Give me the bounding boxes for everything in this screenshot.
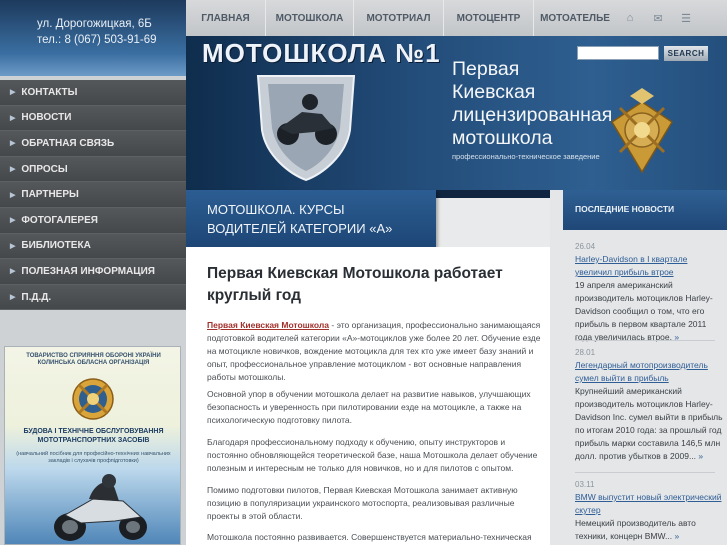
school-name-link[interactable]: Первая Киевская Мотошкола — [207, 320, 329, 330]
arrow-right-icon: ▶ — [10, 166, 16, 174]
news-title-link[interactable]: Легендарный мотопроизводитель сумел выйт… — [575, 359, 725, 385]
news-date: 26.04 — [575, 242, 596, 251]
address-phone: тел.: 8 (067) 503-91-69 — [37, 34, 157, 46]
arrow-right-icon: ▶ — [10, 268, 16, 276]
motorcycle-photo-icon — [54, 474, 147, 541]
sidebar-item-partners[interactable]: ▶ ПАРТНЕРЫ — [0, 182, 186, 208]
book-title: БУДОВА І ТЕХНІЧНЕ ОБСЛУГОВУВАННЯ МОТОТРА… — [23, 428, 164, 444]
header-title-line: Первая — [452, 58, 520, 80]
header-title-line: лицензированная — [452, 104, 613, 126]
sidebar-item-label: ФОТОГАЛЕРЕЯ — [21, 214, 98, 226]
news-title-link[interactable]: Harley-Davidson в I квартале увеличил пр… — [575, 253, 725, 279]
sidebar-menu: ▶ КОНТАКТЫ ▶ НОВОСТИ ▶ ОБРАТНАЯ СВЯЗЬ ▶ ОПРО… — [0, 80, 186, 311]
sidebar-item-traffic-rules[interactable]: ▶ П.Д.Д. — [0, 284, 186, 311]
arrow-right-icon: ▶ — [10, 294, 16, 302]
paragraph-text: Мотошкола постоянно развивается. Соверше… — [207, 532, 532, 542]
left-column: ул. Дорогожицкая, 6Б тел.: 8 (067) 503-9… — [0, 0, 186, 545]
news-divider — [575, 340, 715, 341]
sidebar-item-label: КОНТАКТЫ — [21, 86, 78, 98]
dosaaf-emblem-icon — [610, 88, 674, 174]
logo-text[interactable]: МОТОШКОЛА №1 — [202, 38, 441, 69]
sidebar-item-gallery[interactable]: ▶ ФОТОГАЛЕРЕЯ — [0, 207, 186, 234]
news-heading: ПОСЛЕДНИЕ НОВОСТИ — [563, 190, 727, 230]
arrow-right-icon: ▶ — [10, 217, 16, 225]
sidebar-item-polls[interactable]: ▶ ОПРОСЫ — [0, 156, 186, 183]
news-item: 03.11 BMW выпустит новый электрический с… — [575, 478, 725, 543]
address-block: ул. Дорогожицкая, 6Б тел.: 8 (067) 503-9… — [0, 0, 186, 76]
paragraph-intro: Первая Киевская Мотошкола - это организа… — [207, 319, 541, 384]
sitemap-icon[interactable]: ☰ — [672, 0, 700, 36]
nav-motoatelier[interactable]: МОТОАТЕЛЬЕ — [534, 0, 616, 36]
section-banner: МОТОШКОЛА. КУРСЫ ВОДИТЕЛЕЙ КАТЕГОРИИ «А» — [186, 190, 436, 247]
paragraph-text: Основной упор в обучении мотошкола делае… — [207, 389, 531, 425]
arrow-right-icon: ▶ — [10, 89, 16, 97]
sidebar-item-useful-info[interactable]: ▶ ПОЛЕЗНАЯ ИНФОРМАЦИЯ — [0, 259, 186, 285]
nav-motocenter[interactable]: МОТОЦЕНТР — [444, 0, 534, 36]
paragraph-text: Благодаря профессиональному подходу к об… — [207, 437, 538, 473]
news-text: Крупнейший американский производитель мо… — [575, 386, 723, 461]
news-divider — [575, 472, 715, 473]
news-date: 03.11 — [575, 480, 595, 489]
book-cover-banner[interactable]: ТОВАРИСТВО СПРИЯННЯ ОБОРОНІ УКРАЇНИ КОЛИ… — [4, 346, 181, 545]
sidebar-item-label: НОВОСТИ — [21, 112, 72, 124]
sidebar-item-label: ПАРТНЕРЫ — [21, 189, 79, 201]
arrow-right-icon: ▶ — [10, 191, 16, 199]
sidebar-item-feedback[interactable]: ▶ ОБРАТНАЯ СВЯЗЬ — [0, 131, 186, 157]
news-text: 19 апреля американский производитель мот… — [575, 280, 713, 342]
sidebar-item-label: БИБЛИОТЕКА — [21, 240, 91, 252]
top-navigation: ГЛАВНАЯ МОТОШКОЛА МОТОТРИАЛ МОТОЦЕНТР МО… — [186, 0, 727, 36]
banner-line: ВОДИТЕЛЕЙ КАТЕГОРИИ «А» — [207, 221, 393, 236]
header-subtitle: профессионально-техническое заведение — [452, 152, 600, 161]
paragraph-text: Помимо подготовки пилотов, Первая Киевск… — [207, 485, 518, 521]
banner-line: МОТОШКОЛА. КУРСЫ — [207, 202, 345, 217]
address-street: ул. Дорогожицкая, 6Б — [37, 18, 152, 30]
news-heading-text: ПОСЛЕДНИЕ НОВОСТИ — [575, 204, 675, 214]
read-more-link[interactable]: » — [698, 451, 703, 461]
arrow-right-icon: ▶ — [10, 242, 16, 250]
sidebar-item-library[interactable]: ▶ БИБЛИОТЕКА — [0, 233, 186, 260]
search-button[interactable]: SEARCH — [664, 46, 708, 61]
news-title-link[interactable]: BMW выпустит новый электрический скутер — [575, 491, 725, 517]
book-subtitle: (навчальний посібник для професійно-техн… — [16, 451, 171, 464]
emblem-icon — [72, 378, 114, 420]
book-org: ТОВАРИСТВО СПРИЯННЯ ОБОРОНІ УКРАЇНИ КОЛИ… — [26, 353, 161, 366]
shield-logo-icon — [256, 75, 356, 182]
news-item: 26.04 Harley-Davidson в I квартале увели… — [575, 240, 725, 344]
sidebar-item-label: ПОЛЕЗНАЯ ИНФОРМАЦИЯ — [21, 265, 155, 277]
sidebar-item-label: П.Д.Д. — [21, 291, 52, 303]
home-icon[interactable]: ⌂ — [616, 0, 644, 36]
nav-home[interactable]: ГЛАВНАЯ — [186, 0, 266, 36]
news-date: 28.01 — [575, 348, 596, 357]
header-title-line: Киевская — [452, 81, 536, 103]
mail-icon[interactable]: ✉ — [644, 0, 672, 36]
news-sidebar: ПОСЛЕДНИЕ НОВОСТИ 26.04 Harley-Davidson … — [550, 190, 727, 545]
header-title-line: мотошкола — [452, 127, 553, 149]
read-more-link[interactable]: » — [675, 531, 680, 541]
page-title: Первая Киевская Мотошкола работает кругл… — [207, 265, 503, 304]
arrow-right-icon: ▶ — [10, 114, 16, 122]
site-header: МОТОШКОЛА №1 Первая Киевская лицензирова… — [186, 36, 727, 190]
sidebar-item-label: ОПРОСЫ — [21, 163, 68, 175]
nav-motoschool[interactable]: МОТОШКОЛА — [266, 0, 354, 36]
sidebar-item-label: ОБРАТНАЯ СВЯЗЬ — [21, 137, 115, 149]
sidebar-item-news[interactable]: ▶ НОВОСТИ — [0, 105, 186, 132]
news-item: 28.01 Легендарный мотопроизводитель суме… — [575, 346, 725, 463]
header-title: Первая Киевская лицензированная мотошкол… — [452, 58, 727, 150]
main-content: Первая Киевская Мотошкола работает кругл… — [186, 247, 550, 545]
nav-mototrial[interactable]: МОТОТРИАЛ — [354, 0, 444, 36]
sidebar-item-contacts[interactable]: ▶ КОНТАКТЫ — [0, 80, 186, 106]
search-input[interactable] — [577, 46, 659, 60]
arrow-right-icon: ▶ — [10, 140, 16, 148]
